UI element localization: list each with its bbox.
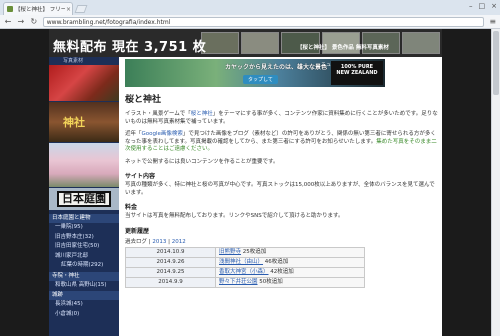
log-year-link[interactable]: 2013: [152, 239, 166, 245]
page-scrollbar[interactable]: [491, 29, 500, 336]
main-column: カヤックから見えたのは、雄大な景色 タップして ニュージーランド 100% PU…: [123, 57, 442, 336]
browser-tab[interactable]: 【桜と神社】 フリー写真素材 ×: [3, 2, 73, 15]
new-tab-button[interactable]: [74, 5, 88, 13]
forward-icon[interactable]: →: [17, 17, 25, 27]
update-count: 42枚追加: [270, 268, 294, 275]
update-place-link[interactable]: 野々下井荘公園: [219, 279, 258, 285]
site-description: 写真の種類が多く、特に神社と桜の写真が中心です。写真ストックは15,000枚以上…: [125, 182, 435, 196]
ad-banner[interactable]: カヤックから見えたのは、雄大な景色 タップして ニュージーランド 100% PU…: [125, 59, 385, 87]
table-row: 2014.10.9 旧熊野寺 25枚追加: [125, 246, 365, 258]
update-section-title: 更新履歴: [125, 227, 150, 235]
update-count: 25枚追加: [242, 248, 267, 255]
sidebar-menu: 日本庭園と建物 一乗院(95) 旧吉野本庄(32) 旧吉田家住宅(50) 城川家…: [49, 211, 119, 319]
sidebar-heading: 城跡: [49, 291, 119, 300]
sidebar-item[interactable]: 旧吉野本庄(32): [49, 233, 119, 243]
address-bar[interactable]: www.brambling.net/fotografia/index.html: [42, 16, 485, 27]
update-entry: 旧熊野寺 25枚追加: [215, 246, 365, 258]
banner-photo: [241, 32, 280, 54]
intro-link[interactable]: 桜と神社: [191, 111, 213, 117]
banner-photo: [201, 32, 240, 54]
update-count: 46枚追加: [264, 258, 289, 265]
note-paragraph: ネットで公開するには良いコンテンツを作ることが重要です。: [125, 158, 279, 165]
japanese-garden-label: 日本庭園: [57, 191, 111, 207]
sidebar-heading: 日本庭園と建物: [49, 214, 119, 223]
site-section-title: サイト内容: [125, 173, 156, 180]
tab-title: 【桜と神社】 フリー写真素材: [15, 7, 65, 13]
update-date: 2014.10.9: [125, 246, 216, 258]
notice-text: 近年「: [125, 131, 142, 137]
update-place-link[interactable]: 旧熊野寺: [219, 249, 241, 255]
update-place-link[interactable]: 香取大神宮（小森）: [219, 269, 269, 275]
sidebar-subitem[interactable]: 紅葉の時期(292): [49, 261, 119, 271]
table-row: 2014.9.25 香取大神宮（小森） 42枚追加: [125, 266, 365, 278]
flower-photo[interactable]: [49, 65, 119, 101]
web-page: 無料配布 現在 3,751 枚 【桜と神社】 景色作品 無料写真素材 写真素材 …: [0, 29, 500, 336]
scrollbar-thumb[interactable]: [493, 31, 499, 95]
update-log-nav: 過去ログ | 2013 | 2012: [125, 238, 186, 245]
intro-text: イラスト・風景ゲームで「: [125, 111, 191, 117]
log-label: 過去ログ: [125, 238, 148, 245]
back-icon[interactable]: ←: [4, 17, 12, 27]
sidebar-label: 写真素材: [63, 58, 84, 64]
google-image-search-link[interactable]: Google画像検索: [142, 131, 183, 137]
update-place-link[interactable]: 浅間神社（由山）: [219, 259, 263, 265]
banner-subtitle: 【桜と神社】 景色作品 無料写真素材: [297, 45, 389, 51]
sidebar-item[interactable]: 一乗院(95): [49, 223, 119, 233]
window-controls: – □ ×: [469, 2, 497, 10]
update-entry: 野々下井荘公園 50枚追加: [215, 276, 365, 288]
ad-logo-line: NEW ZEALAND: [336, 70, 378, 76]
tab-strip: 【桜と神社】 フリー写真素材 × – □ ×: [0, 0, 500, 15]
notice-paragraph: 近年「Google画像検索」で見つけた画像をブログ（素材など）の許可をありがとう…: [125, 131, 438, 154]
update-date: 2014.9.25: [125, 266, 216, 278]
update-date: 2014.9.9: [125, 276, 216, 288]
japanese-garden-photo[interactable]: 日本庭園: [49, 188, 119, 210]
minimize-button[interactable]: –: [469, 2, 473, 10]
page-content: 無料配布 現在 3,751 枚 【桜と神社】 景色作品 無料写真素材 写真素材 …: [49, 29, 442, 336]
site-banner[interactable]: 無料配布 現在 3,751 枚 【桜と神社】 景色作品 無料写真素材: [49, 29, 442, 57]
sidebar-heading: 寺院・神社: [49, 271, 119, 281]
ad-logo: 100% PURE NEW ZEALAND: [331, 61, 383, 85]
update-entry: 香取大神宮（小森） 42枚追加: [215, 266, 365, 278]
log-year-link[interactable]: 2012: [172, 239, 186, 245]
shrine-photo[interactable]: 神社: [49, 102, 119, 142]
banner-title: 無料配布 現在 3,751 枚: [53, 40, 207, 55]
update-date: 2014.9.26: [125, 256, 216, 268]
sakura-photo[interactable]: [49, 143, 119, 187]
sidebar-item[interactable]: 長浜城(45): [49, 300, 119, 310]
update-entry: 浅間神社（由山） 46枚追加: [215, 256, 365, 268]
ad-text: カヤックから見えたのは、雄大な景色: [225, 64, 328, 71]
shrine-label: 神社: [63, 116, 85, 129]
page-title: 桜と神社: [125, 95, 162, 105]
browser-toolbar: ← → ↻ www.brambling.net/fotografia/index…: [0, 15, 500, 29]
banner-photo: [401, 32, 441, 54]
table-row: 2014.9.26 浅間神社（由山） 46枚追加: [125, 256, 365, 268]
close-tab-icon[interactable]: ×: [65, 6, 72, 13]
reload-icon[interactable]: ↻: [30, 17, 38, 27]
update-count: 50枚追加: [259, 278, 283, 285]
sidebar-item[interactable]: 旧吉田家住宅(50): [49, 242, 119, 252]
favicon-icon: [7, 6, 13, 12]
update-table: 2014.10.9 旧熊野寺 25枚追加 2014.9.26 浅間神社（由山） …: [125, 246, 365, 288]
sidebar-item[interactable]: 小倉城(0): [49, 310, 119, 320]
price-description: 当サイトは写真を無料配布しております。リンクやSNSで紹介して頂けると助かります…: [125, 213, 344, 219]
price-section-title: 料金: [125, 204, 138, 211]
maximize-button[interactable]: □: [479, 2, 486, 10]
table-row: 2014.9.9 野々下井荘公園 50枚追加: [125, 276, 365, 288]
intro-paragraph: イラスト・風景ゲームで「桜と神社」をテーマにする事が多く、コンテンツ作家に資料集…: [125, 111, 438, 126]
close-window-button[interactable]: ×: [491, 2, 497, 10]
ad-button[interactable]: タップして: [243, 75, 278, 84]
sidebar-item[interactable]: 和歌山県 高野山(15): [49, 281, 119, 291]
left-sidebar: 写真素材 神社 日本庭園 日本庭園と建物 一乗院(95) 旧吉野本庄(32) 旧…: [49, 57, 119, 336]
menu-icon[interactable]: ≡: [489, 17, 496, 26]
sidebar-item[interactable]: 城川家戸北邸: [49, 252, 119, 262]
